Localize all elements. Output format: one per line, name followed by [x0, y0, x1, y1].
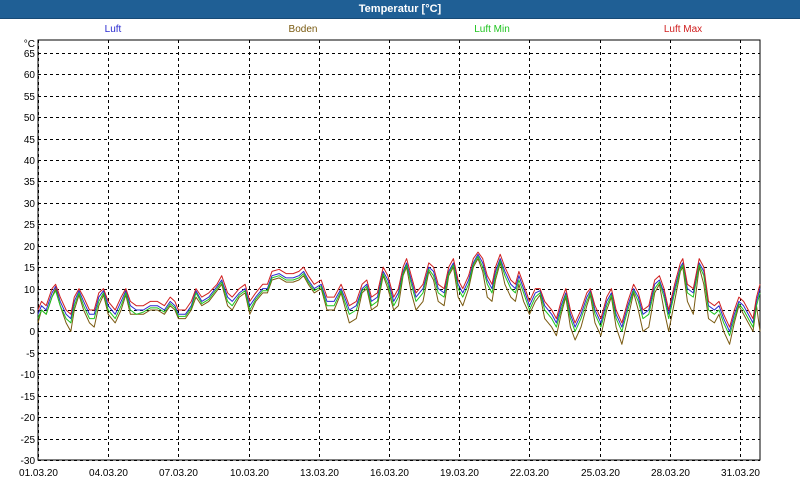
y-tick-label: 5	[29, 306, 35, 317]
x-tick-label: 16.03.20	[370, 468, 409, 479]
y-tick-label: 40	[24, 156, 36, 167]
y-tick-label: 65	[24, 49, 36, 60]
y-tick-label: 50	[24, 113, 36, 124]
y-tick-label: -15	[21, 392, 36, 403]
y-tick-label: 25	[24, 220, 36, 231]
y-tick-label: -30	[21, 456, 36, 467]
y-tick-label: 55	[24, 92, 36, 103]
y-unit-label: °C	[24, 39, 35, 50]
y-tick-label: -25	[21, 435, 36, 446]
x-tick-label: 07.03.20	[159, 468, 198, 479]
x-tick-label: 19.03.20	[440, 468, 479, 479]
x-tick-label: 28.03.20	[651, 468, 690, 479]
y-tick-label: -20	[21, 413, 36, 424]
x-tick-label: 13.03.20	[300, 468, 339, 479]
y-tick-label: 35	[24, 177, 36, 188]
y-tick-label: 15	[24, 263, 36, 274]
y-tick-label: 20	[24, 242, 36, 253]
y-tick-label: 45	[24, 135, 36, 146]
x-tick-label: 10.03.20	[230, 468, 269, 479]
x-tick-label: 31.03.20	[721, 468, 760, 479]
temperature-chart: 65605550454035302520151050-5-10-15-20-25…	[19, 39, 761, 479]
y-tick-label: 0	[29, 327, 35, 338]
y-tick-label: -5	[26, 349, 35, 360]
x-tick-label: 25.03.20	[581, 468, 620, 479]
x-tick-label: 22.03.20	[510, 468, 549, 479]
x-tick-label: 04.03.20	[89, 468, 128, 479]
y-tick-label: 60	[24, 70, 36, 81]
y-tick-label: -10	[21, 370, 36, 381]
y-tick-label: 30	[24, 199, 36, 210]
y-tick-label: 10	[24, 285, 36, 296]
x-tick-label: 01.03.20	[19, 468, 58, 479]
